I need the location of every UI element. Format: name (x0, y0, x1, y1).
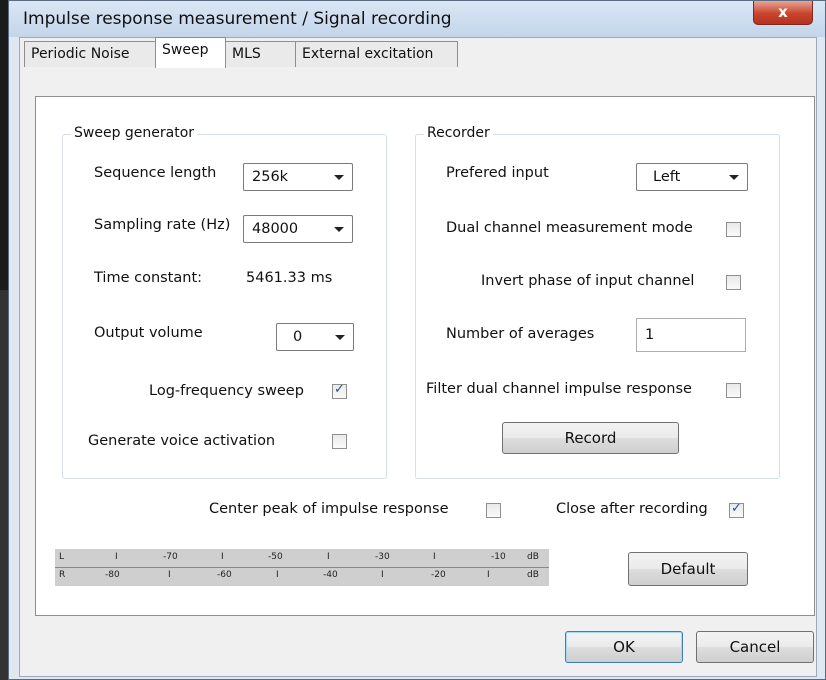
meter-label: -60 (217, 570, 232, 580)
cancel-button[interactable]: Cancel (696, 631, 814, 663)
meter-tick: I (487, 570, 490, 580)
meter-tick: I (276, 570, 279, 580)
meter-label: -10 (491, 552, 506, 562)
meter-row-left: L I -70 I -50 I -30 I -10 dB (55, 549, 549, 567)
voice-activation-checkbox[interactable] (332, 434, 347, 449)
meter-label: -20 (431, 570, 446, 580)
tab-periodic-noise[interactable]: Periodic Noise (24, 41, 156, 67)
sampling-rate-label: Sampling rate (Hz) (94, 217, 231, 233)
meter-tick: I (168, 570, 171, 580)
preferred-input-select[interactable]: Left (636, 163, 748, 191)
window-title: Impulse response measurement / Signal re… (23, 9, 452, 29)
close-button[interactable]: x (753, 1, 813, 25)
chevron-down-icon (729, 175, 739, 180)
close-after-checkbox[interactable] (729, 501, 744, 518)
dual-channel-checkbox[interactable] (726, 222, 741, 237)
meter-label: -70 (163, 552, 178, 562)
sampling-rate-value: 48000 (252, 221, 299, 237)
meter-row-right: R -80 I -60 I -40 I -20 I dB (55, 567, 549, 585)
sweep-generator-title: Sweep generator (71, 125, 198, 141)
log-sweep-label: Log-frequency sweep (149, 383, 304, 399)
time-constant-value: 5461.33 ms (246, 270, 333, 286)
chevron-down-icon (334, 175, 344, 180)
close-after-label: Close after recording (556, 501, 708, 517)
preferred-input-label: Prefered input (446, 165, 549, 181)
level-meter: L I -70 I -50 I -30 I -10 dB R -80 I -60… (55, 549, 549, 586)
sweep-generator-group: Sweep generator Sequence length 256k Sam… (62, 125, 387, 479)
meter-label: -40 (323, 570, 338, 580)
tab-sweep[interactable]: Sweep (155, 37, 226, 68)
background-strip (0, 290, 8, 680)
meter-channel-l: L (59, 552, 65, 562)
meter-tick: I (115, 552, 118, 562)
tab-external-excitation[interactable]: External excitation (295, 41, 458, 67)
sequence-length-select[interactable]: 256k (243, 163, 353, 191)
log-sweep-checkbox[interactable] (332, 382, 347, 399)
sequence-length-label: Sequence length (94, 165, 217, 181)
meter-channel-r: R (59, 570, 66, 580)
center-peak-label: Center peak of impulse response (209, 501, 449, 517)
meter-tick: I (433, 552, 436, 562)
meter-label: -30 (375, 552, 390, 562)
output-volume-label: Output volume (94, 325, 203, 341)
time-constant-label: Time constant: (94, 270, 203, 286)
output-volume-value: 0 (293, 329, 303, 345)
default-button[interactable]: Default (628, 552, 748, 586)
chevron-down-icon (335, 335, 345, 340)
recorder-title: Recorder (424, 125, 493, 141)
title-bar[interactable]: Impulse response measurement / Signal re… (9, 1, 825, 37)
voice-activation-label: Generate voice activation (88, 433, 276, 449)
meter-label: -50 (268, 552, 283, 562)
ok-button[interactable]: OK (565, 631, 683, 663)
chevron-down-icon (334, 227, 344, 232)
tab-mls[interactable]: MLS (225, 41, 296, 67)
sampling-rate-select[interactable]: 48000 (243, 215, 353, 243)
dual-channel-label: Dual channel measurement mode (446, 220, 693, 236)
meter-unit: dB (527, 570, 539, 580)
filter-dual-checkbox[interactable] (726, 383, 741, 398)
center-peak-checkbox[interactable] (486, 503, 501, 518)
recorder-group: Recorder Prefered input Left Dual channe… (415, 125, 780, 479)
output-volume-select[interactable]: 0 (276, 323, 354, 351)
invert-phase-checkbox[interactable] (726, 275, 741, 290)
meter-tick: I (221, 552, 224, 562)
averages-label: Number of averages (446, 326, 595, 342)
invert-phase-label: Invert phase of input channel (481, 273, 695, 289)
close-icon: x (778, 3, 788, 21)
meter-tick: I (381, 570, 384, 580)
filter-dual-label: Filter dual channel impulse response (426, 381, 692, 397)
sweep-tab-panel: Sweep generator Sequence length 256k Sam… (35, 96, 815, 616)
averages-input[interactable]: 1 (636, 318, 746, 352)
sequence-length-value: 256k (252, 169, 289, 185)
preferred-input-value: Left (653, 169, 681, 185)
meter-label: -80 (105, 570, 120, 580)
record-button[interactable]: Record (502, 422, 679, 454)
averages-value: 1 (645, 327, 655, 343)
meter-tick: I (327, 552, 330, 562)
meter-unit: dB (527, 552, 539, 562)
